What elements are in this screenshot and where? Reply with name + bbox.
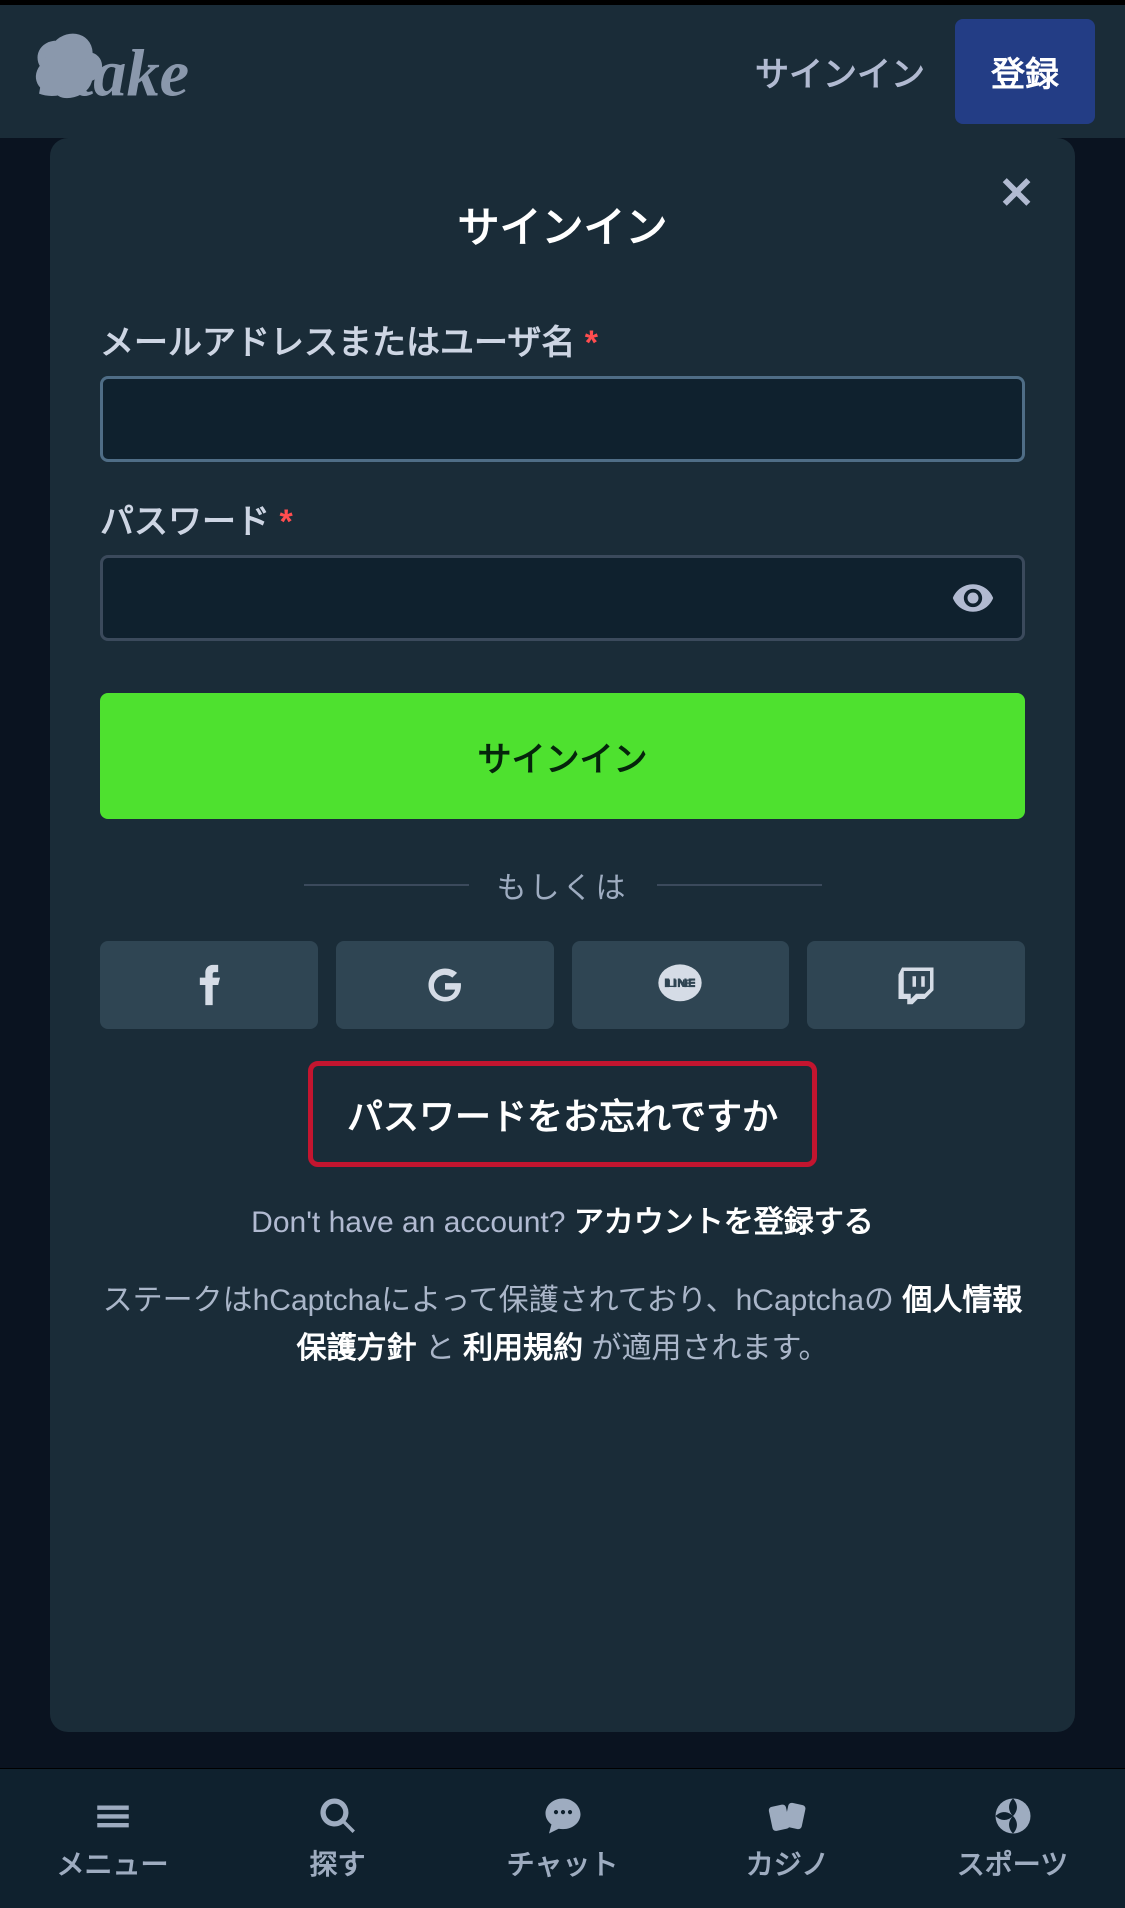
nav-search[interactable]: 探す — [225, 1769, 450, 1908]
header-actions: サインイン 登録 — [755, 19, 1095, 124]
no-account-text: Don't have an account? — [251, 1206, 565, 1239]
google-icon — [423, 963, 467, 1007]
register-button[interactable]: 登録 — [955, 19, 1095, 124]
divider-line-right — [657, 884, 822, 886]
top-header: Stake サインイン 登録 — [0, 0, 1125, 138]
stake-logo[interactable]: Stake — [30, 27, 245, 117]
divider: もしくは — [100, 863, 1025, 907]
nav-search-label: 探す — [309, 1843, 365, 1883]
nav-chat[interactable]: チャット — [450, 1769, 675, 1908]
no-account-row: Don't have an account? アカウントを登録する — [100, 1197, 1025, 1241]
modal-overlay: ✕ サインイン メールアドレスまたはユーザ名 * パスワード * サ — [0, 138, 1125, 1768]
required-mark: * — [585, 324, 598, 362]
eye-icon[interactable] — [951, 576, 995, 620]
nav-sports-label: スポーツ — [957, 1843, 1068, 1883]
menu-icon — [92, 1795, 134, 1837]
modal-title: サインイン — [100, 194, 1025, 255]
legal-text: ステークはhCaptchaによって保護されており、hCaptchaの 個人情報保… — [100, 1277, 1025, 1373]
required-mark: * — [279, 503, 292, 541]
password-input-wrap — [100, 555, 1025, 641]
nav-menu[interactable]: メニュー — [0, 1769, 225, 1908]
password-input[interactable] — [100, 555, 1025, 641]
password-label: パスワード * — [100, 494, 1025, 543]
line-icon: LINE — [654, 959, 706, 1011]
nav-sports[interactable]: スポーツ — [900, 1769, 1125, 1908]
password-group: パスワード * — [100, 494, 1025, 641]
social-row: LINE — [100, 941, 1025, 1029]
chat-icon — [542, 1795, 584, 1837]
close-icon[interactable]: ✕ — [998, 168, 1035, 219]
nav-casino-label: カジノ — [746, 1843, 829, 1883]
password-label-text: パスワード — [100, 503, 270, 541]
legal-part1: ステークはhCaptchaによって保護されており、hCaptchaの — [103, 1284, 894, 1317]
forgot-password-link[interactable]: パスワードをお忘れですか — [308, 1061, 817, 1167]
legal-and: と — [425, 1332, 455, 1365]
facebook-icon — [198, 963, 220, 1007]
legal-part2: が適用されます。 — [592, 1332, 829, 1365]
twitch-icon — [895, 963, 937, 1007]
twitch-button[interactable] — [807, 941, 1025, 1029]
signin-link[interactable]: サインイン — [755, 47, 925, 96]
register-link[interactable]: アカウントを登録する — [574, 1206, 874, 1239]
line-button[interactable]: LINE — [572, 941, 790, 1029]
email-input[interactable] — [100, 376, 1025, 462]
casino-icon — [767, 1795, 809, 1837]
nav-chat-label: チャット — [507, 1843, 619, 1883]
facebook-button[interactable] — [100, 941, 318, 1029]
search-icon — [317, 1795, 359, 1837]
email-label-text: メールアドレスまたはユーザ名 — [100, 324, 575, 362]
svg-text:LINE: LINE — [668, 978, 693, 990]
signin-modal: ✕ サインイン メールアドレスまたはユーザ名 * パスワード * サ — [50, 138, 1075, 1732]
tos-link[interactable]: 利用規約 — [463, 1332, 583, 1365]
google-button[interactable] — [336, 941, 554, 1029]
sports-icon — [992, 1795, 1034, 1837]
svg-text:Stake: Stake — [38, 37, 189, 110]
nav-casino[interactable]: カジノ — [675, 1769, 900, 1908]
email-input-wrap — [100, 376, 1025, 462]
divider-line-left — [304, 884, 469, 886]
nav-menu-label: メニュー — [56, 1843, 168, 1883]
email-label: メールアドレスまたはユーザ名 * — [100, 315, 1025, 364]
bottom-nav: メニュー 探す チャット カジノ スポーツ — [0, 1768, 1125, 1908]
signin-button[interactable]: サインイン — [100, 693, 1025, 819]
email-group: メールアドレスまたはユーザ名 * — [100, 315, 1025, 462]
divider-text: もしくは — [497, 863, 629, 907]
